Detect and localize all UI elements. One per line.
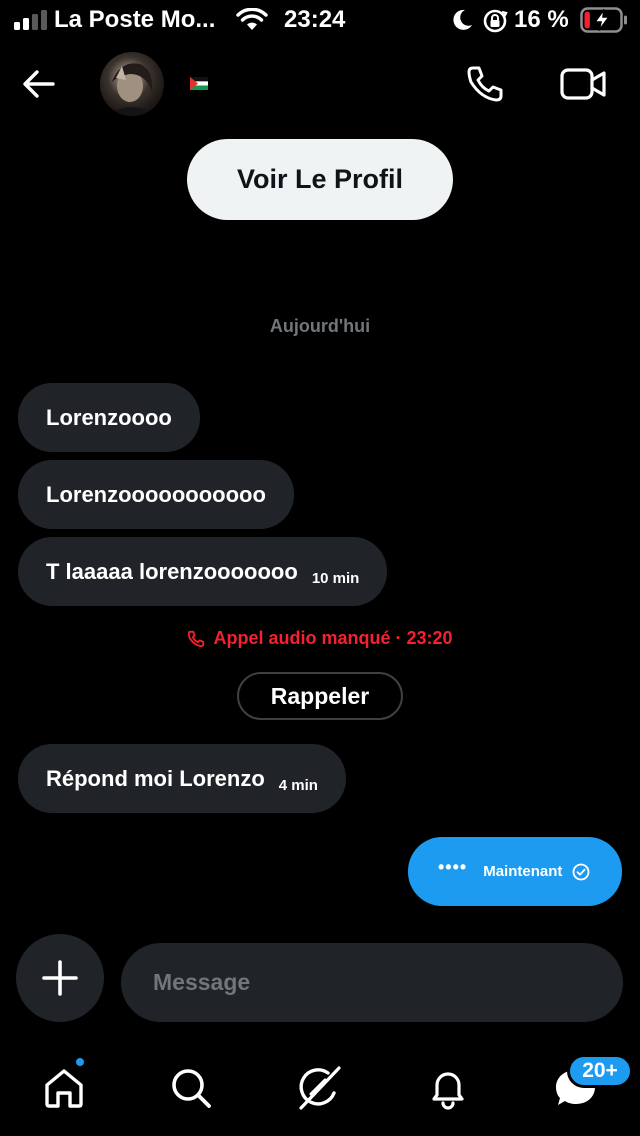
add-attachment-button[interactable] xyxy=(16,934,104,1022)
tab-grok[interactable] xyxy=(291,1060,347,1116)
message-text: Lorenzooooooooooo xyxy=(46,481,266,507)
palestine-flag-icon xyxy=(190,77,208,90)
message-time: 10 min xyxy=(311,570,360,587)
search-icon xyxy=(172,1069,211,1108)
home-icon xyxy=(45,1069,83,1108)
view-profile-button[interactable]: Voir Le Profil xyxy=(187,139,453,220)
avatar[interactable] xyxy=(100,52,164,116)
carrier-name: La Poste Mo... xyxy=(54,6,216,33)
moon-icon xyxy=(453,9,472,30)
date-separator: Aujourd'hui xyxy=(269,316,371,336)
message-text: Répond moi Lorenzo xyxy=(46,765,265,791)
message-text: T laaaaa lorenzooooooo xyxy=(46,558,298,584)
sent-check-icon xyxy=(572,863,590,881)
tab-notifications[interactable] xyxy=(420,1060,476,1116)
wifi-icon xyxy=(236,8,268,30)
battery-percent: 16 % xyxy=(514,6,569,33)
message-bubble[interactable]: Lorenzoooo xyxy=(18,383,200,452)
callback-button[interactable]: Rappeler xyxy=(237,672,403,720)
missed-call-text: Appel audio manqué · 23:20 xyxy=(213,628,453,648)
video-call-button[interactable] xyxy=(556,60,610,108)
tab-search[interactable] xyxy=(163,1060,219,1116)
message-input[interactable] xyxy=(121,943,623,1022)
arrow-left-icon xyxy=(23,70,55,98)
tab-home[interactable] xyxy=(36,1060,92,1116)
phone-icon xyxy=(188,630,205,647)
battery-charging-icon xyxy=(580,7,627,33)
phone-icon xyxy=(467,66,503,102)
missed-call-notice: Appel audio manqué · 23:20 xyxy=(0,628,640,649)
message-bubble[interactable]: T laaaaa lorenzooooooo 10 min xyxy=(18,537,388,606)
call-button[interactable] xyxy=(460,60,510,108)
message-bubble[interactable]: Lorenzooooooooooo xyxy=(18,460,294,529)
message-text: Lorenzoooo xyxy=(46,404,172,430)
typing-dots: •••• xyxy=(438,857,468,877)
video-camera-icon xyxy=(560,68,606,100)
grok-icon xyxy=(299,1066,341,1110)
status-bar: La Poste Mo... 23:24 16 % xyxy=(0,0,640,42)
back-button[interactable] xyxy=(14,60,64,108)
message-time: 4 min xyxy=(278,777,318,794)
bell-icon xyxy=(432,1072,464,1110)
signal-icon xyxy=(14,10,48,30)
home-notification-dot xyxy=(74,1056,86,1068)
avatar-image xyxy=(108,63,156,116)
status-time: 23:24 xyxy=(284,6,346,33)
message-time: Maintenant xyxy=(483,863,563,880)
plus-icon xyxy=(42,960,78,996)
outgoing-message-bubble[interactable]: •••• Maintenant xyxy=(408,837,622,906)
rotation-lock-icon xyxy=(483,9,508,33)
message-bubble[interactable]: Répond moi Lorenzo 4 min xyxy=(18,744,346,813)
messages-badge: 20+ xyxy=(567,1054,633,1088)
